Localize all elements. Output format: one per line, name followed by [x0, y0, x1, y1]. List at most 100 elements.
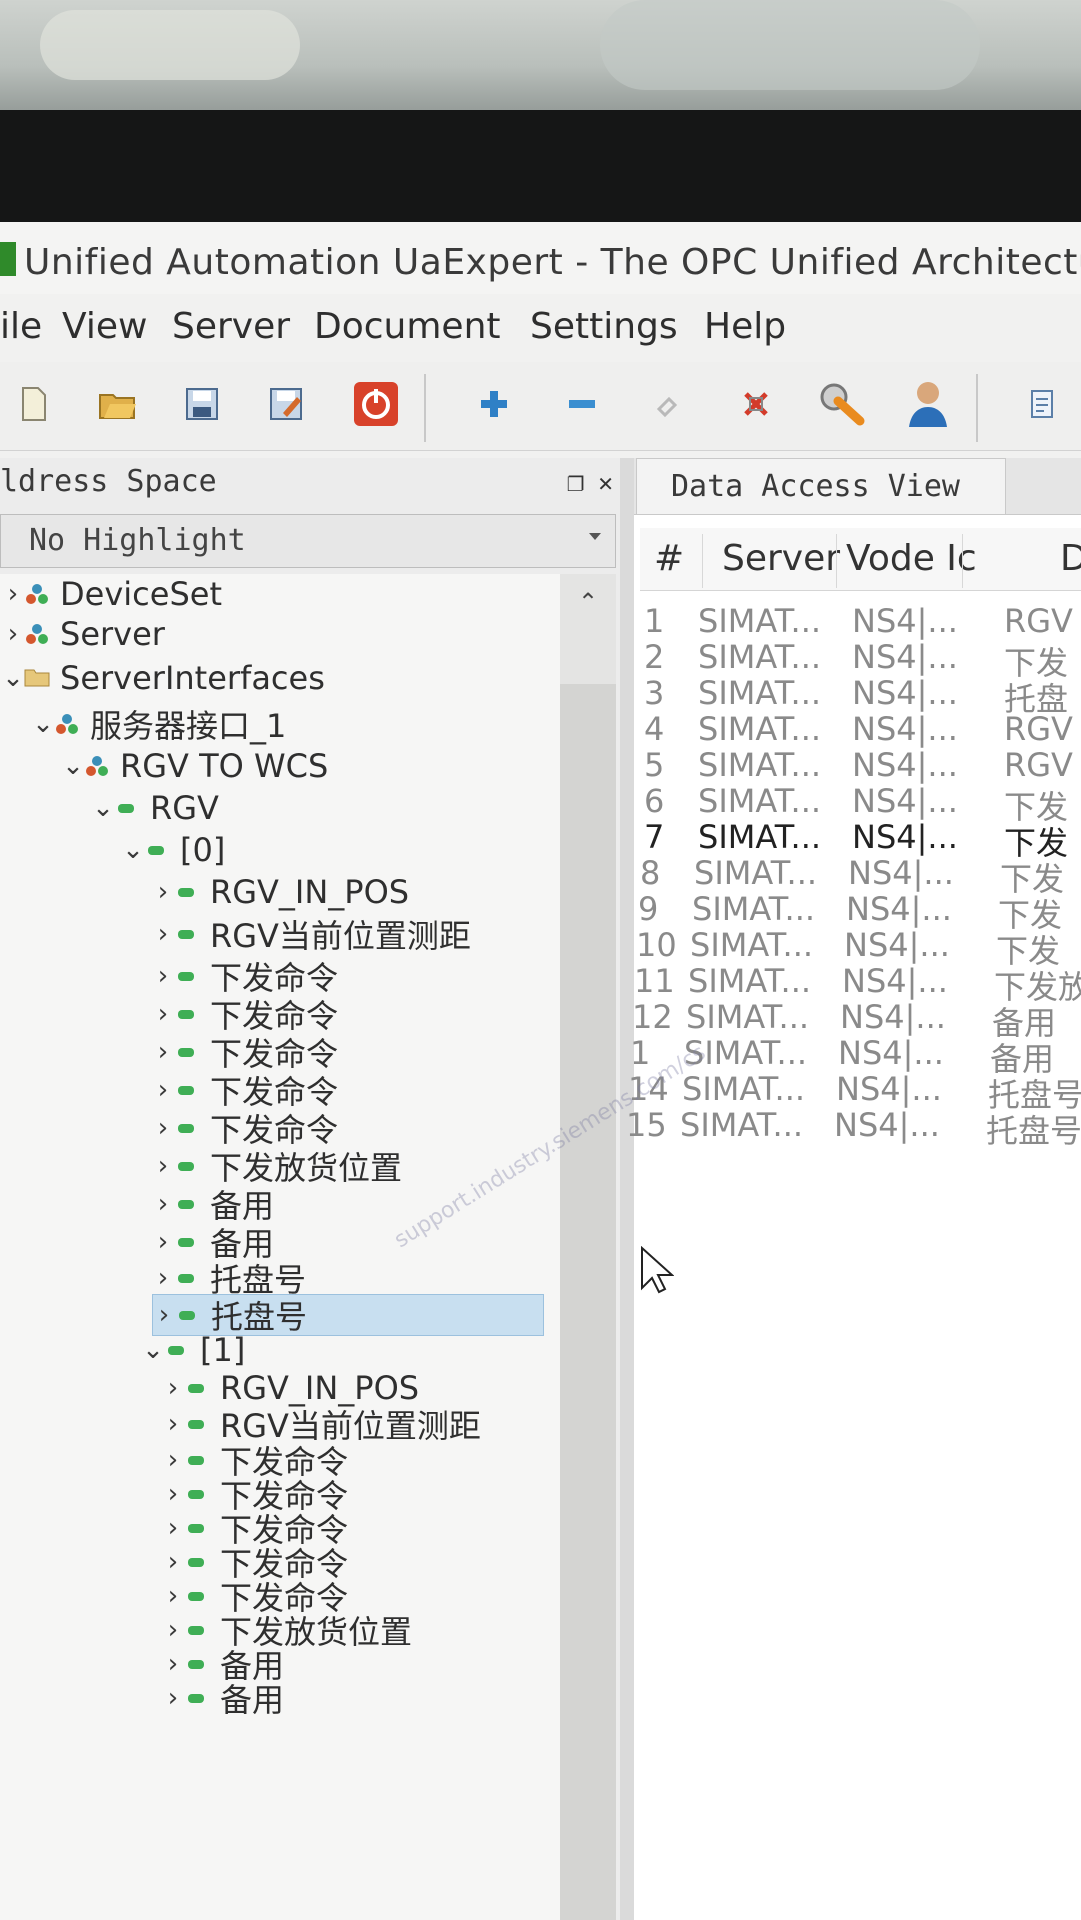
chevron-right-icon[interactable]: › [162, 1615, 184, 1645]
tree-node-label: RGV_IN_POS [210, 873, 410, 911]
chevron-right-icon[interactable]: › [162, 1409, 184, 1439]
cell-server: SIMAT... [694, 854, 818, 892]
cell-node-id: NS4|... [852, 674, 958, 712]
disconnect-server-icon[interactable] [732, 380, 780, 428]
variable-node-icon [184, 1413, 212, 1435]
tree-node-label: RGV [150, 789, 219, 827]
cell-index: 4 [644, 710, 665, 748]
new-document-icon[interactable] [10, 380, 58, 428]
chevron-right-icon[interactable]: › [152, 1075, 174, 1105]
chevron-right-icon[interactable]: › [2, 579, 24, 609]
chevron-right-icon[interactable]: › [152, 999, 174, 1029]
object-node-icon [84, 755, 112, 777]
save-icon[interactable] [178, 380, 226, 428]
tree-node[interactable]: › 备用 [152, 1184, 274, 1225]
panel-splitter[interactable] [620, 458, 634, 1920]
chevron-right-icon[interactable]: › [152, 877, 174, 907]
tree-node[interactable]: ⌄ RGV [92, 788, 219, 828]
chevron-right-icon[interactable]: › [162, 1513, 184, 1543]
menu-document[interactable]: Document [314, 306, 501, 347]
menu-settings[interactable]: Settings [530, 306, 678, 347]
add-server-icon[interactable] [470, 380, 518, 428]
column-index[interactable]: # [654, 538, 684, 579]
chevron-right-icon[interactable]: › [162, 1373, 184, 1403]
tree-node[interactable]: ⌄ ServerInterfaces [2, 658, 325, 698]
tree-node[interactable]: › Server [2, 614, 165, 654]
tree-node[interactable]: › RGV当前位置测距 [152, 914, 471, 955]
chevron-right-icon[interactable]: › [152, 919, 174, 949]
cell-server: SIMAT... [686, 998, 810, 1036]
remove-server-icon[interactable] [558, 380, 606, 428]
chevron-right-icon[interactable]: › [162, 1581, 184, 1611]
disconnect-icon[interactable] [352, 380, 400, 428]
menu-help[interactable]: Help [704, 306, 786, 347]
cell-display-name: RGV [1004, 710, 1073, 748]
tab-data-access-view[interactable]: Data Access View [636, 458, 1006, 514]
scroll-up-icon[interactable]: ⌃ [578, 588, 598, 616]
chevron-right-icon[interactable]: › [152, 1263, 174, 1293]
tree-node[interactable]: ⌄ 服务器接口_1 [32, 704, 286, 745]
scroll-thumb[interactable] [560, 684, 616, 1920]
chevron-down-icon[interactable]: ⌄ [92, 793, 114, 823]
variable-node-icon [184, 1653, 212, 1675]
close-icon[interactable]: ✕ [597, 472, 614, 496]
cell-index: 8 [640, 854, 661, 892]
chevron-down-icon[interactable]: ⌄ [32, 709, 54, 739]
chevron-right-icon[interactable]: › [152, 1189, 174, 1219]
chevron-right-icon[interactable]: › [152, 1227, 174, 1257]
tree-node[interactable]: › 下发命令 [152, 956, 338, 997]
chevron-right-icon[interactable]: › [162, 1547, 184, 1577]
open-folder-icon[interactable] [94, 380, 142, 428]
save-as-icon[interactable] [262, 380, 310, 428]
chevron-down-icon[interactable]: ⌄ [2, 663, 24, 693]
variable-node-icon [175, 1304, 203, 1326]
tree-node[interactable]: ⌄ RGV TO WCS [62, 746, 328, 786]
tree-node[interactable]: › 下发放货位置 [152, 1146, 402, 1187]
panel-float-close-buttons[interactable]: ❐ ✕ [567, 472, 614, 496]
tree-node[interactable]: › 备用 [162, 1678, 284, 1719]
chevron-right-icon[interactable]: › [152, 1113, 174, 1143]
chevron-right-icon[interactable]: › [153, 1300, 175, 1330]
chevron-right-icon[interactable]: › [162, 1683, 184, 1713]
tree-node[interactable]: ⌄ [0] [122, 830, 225, 870]
user-icon[interactable] [904, 380, 952, 428]
float-icon[interactable]: ❐ [567, 472, 585, 496]
report-icon[interactable] [1018, 380, 1066, 428]
cell-node-id: NS4|... [852, 638, 958, 676]
tree-node[interactable]: › 下发命令 [152, 994, 338, 1035]
chevron-down-icon[interactable]: ⌄ [62, 751, 84, 781]
chevron-right-icon[interactable]: › [162, 1479, 184, 1509]
cell-node-id: NS4|... [848, 854, 954, 892]
variable-node-icon [174, 1155, 202, 1177]
panel-title: ldress Space [0, 464, 217, 499]
tree-node-label: Server [60, 615, 165, 653]
chevron-right-icon[interactable]: › [162, 1649, 184, 1679]
address-space-tree: › DeviceSet › Server ⌄ ServerInterfaces ⌄ 服务器接口… [0, 574, 560, 1920]
connect-icon[interactable] [644, 380, 692, 428]
chevron-right-icon[interactable]: › [162, 1445, 184, 1475]
menu-file[interactable]: ile [0, 306, 42, 347]
tree-node[interactable]: ⌄ [1] [142, 1330, 245, 1370]
tree-node[interactable]: › 下发命令 [152, 1108, 338, 1149]
menu-server[interactable]: Server [172, 306, 290, 347]
chevron-right-icon[interactable]: › [2, 619, 24, 649]
column-server[interactable]: Server [722, 538, 840, 579]
tree-node[interactable]: › RGV_IN_POS [152, 872, 409, 912]
chevron-right-icon[interactable]: › [152, 1037, 174, 1067]
chevron-right-icon[interactable]: › [152, 961, 174, 991]
cell-server: SIMAT... [680, 1106, 804, 1144]
column-display-name[interactable]: D [1060, 538, 1081, 579]
chevron-down-icon[interactable]: ⌄ [142, 1335, 164, 1365]
settings-icon[interactable] [818, 380, 866, 428]
cell-index: 1 [644, 602, 665, 640]
tree-node[interactable]: › DeviceSet [2, 574, 222, 614]
menu-bar: ile View Server Document Settings Help [0, 302, 1081, 358]
menu-view[interactable]: View [62, 306, 147, 347]
chevron-right-icon[interactable]: › [152, 1151, 174, 1181]
tree-node[interactable]: › 下发命令 [152, 1070, 338, 1111]
chevron-down-icon[interactable]: ⌄ [122, 835, 144, 865]
highlight-select[interactable]: No Highlight [0, 514, 616, 568]
column-node-id[interactable]: Vode Ic [846, 538, 977, 579]
tree-node[interactable]: › 下发命令 [152, 1032, 338, 1073]
tree-scrollbar[interactable]: ⌃ [560, 574, 616, 1920]
